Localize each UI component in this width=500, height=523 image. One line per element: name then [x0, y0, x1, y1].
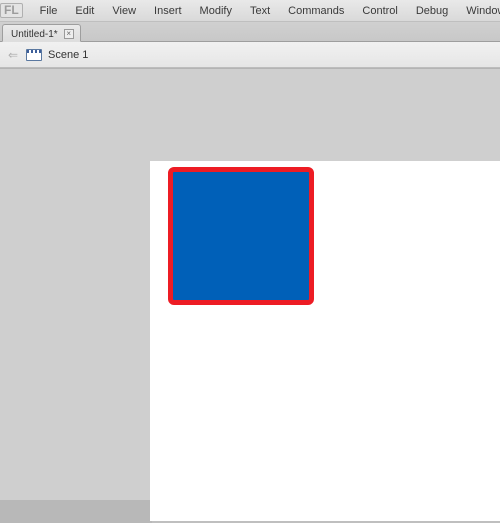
- menu-bar: FL File Edit View Insert Modify Text Com…: [0, 0, 500, 22]
- menu-modify[interactable]: Modify: [191, 5, 241, 17]
- document-tab[interactable]: Untitled-1* ×: [2, 24, 81, 42]
- document-tab-label: Untitled-1*: [11, 29, 58, 40]
- rectangle-shape[interactable]: [168, 167, 314, 305]
- menu-file[interactable]: File: [31, 5, 67, 17]
- app-badge-text: FL: [0, 3, 23, 18]
- edit-bar: ⇐ Scene 1: [0, 42, 500, 68]
- menu-view[interactable]: View: [103, 5, 145, 17]
- stage[interactable]: [150, 161, 500, 521]
- scene-label[interactable]: Scene 1: [48, 49, 88, 61]
- menu-window[interactable]: Window: [457, 5, 500, 17]
- close-icon[interactable]: ×: [64, 29, 74, 39]
- menu-edit[interactable]: Edit: [66, 5, 103, 17]
- workspace[interactable]: [0, 68, 500, 500]
- menu-debug[interactable]: Debug: [407, 5, 457, 17]
- app-badge: FL: [0, 0, 23, 22]
- back-arrow-icon[interactable]: ⇐: [6, 48, 20, 62]
- menu-control[interactable]: Control: [353, 5, 406, 17]
- menu-insert[interactable]: Insert: [145, 5, 191, 17]
- scene-icon: [26, 49, 42, 61]
- menu-commands[interactable]: Commands: [279, 5, 353, 17]
- menu-text[interactable]: Text: [241, 5, 279, 17]
- document-tab-strip: Untitled-1* ×: [0, 22, 500, 42]
